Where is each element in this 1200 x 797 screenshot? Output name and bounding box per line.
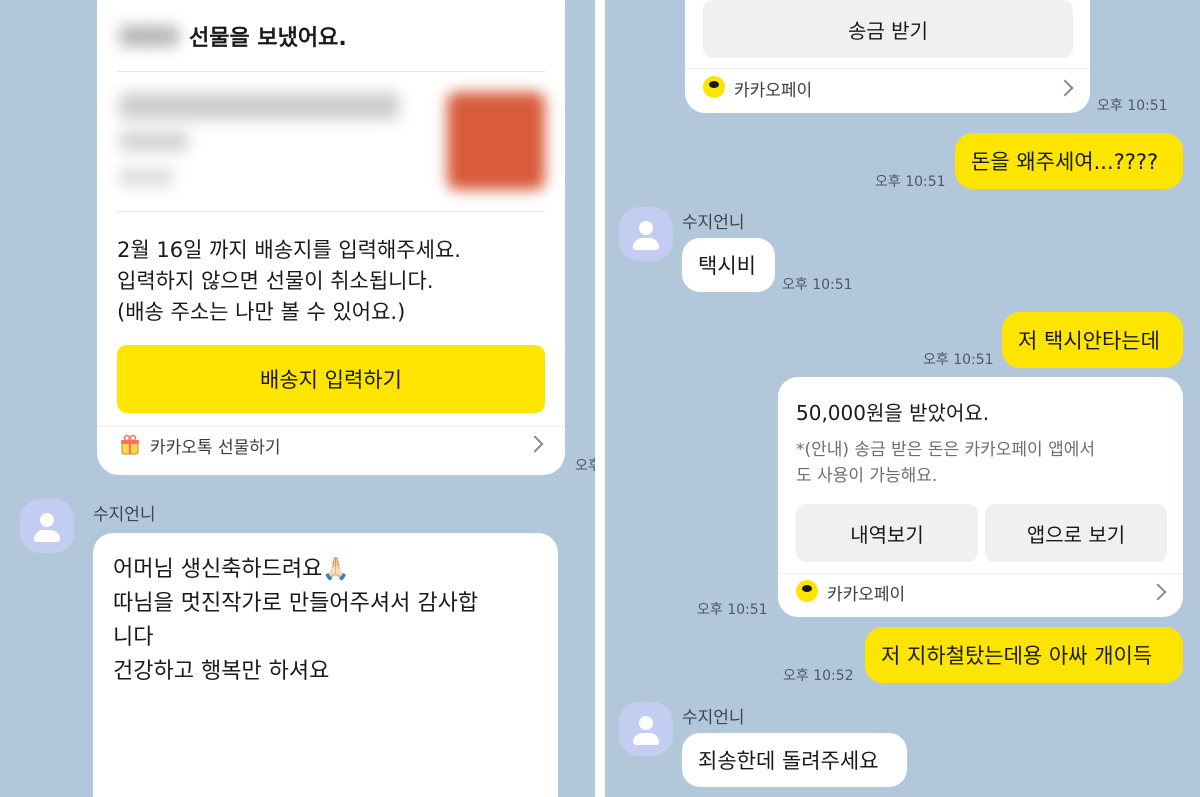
profile-avatar-icon[interactable] <box>619 702 673 756</box>
gift-notice-line-3: (배송 주소는 나만 볼 수 있어요.) <box>117 300 406 324</box>
product-brand-blurred <box>119 168 174 186</box>
transfer-top-time: 오후 10:51 <box>1097 98 1168 114</box>
gift-divider-mid <box>117 211 545 212</box>
chevron-right-icon[interactable] <box>1056 79 1074 97</box>
gift-divider-bottom <box>97 426 565 427</box>
kakaopay-icon <box>703 76 725 98</box>
message-bubble-long: 어머님 생신축하드려요🙏🏻 따님을 멋진작가로 만들어주셔서 감사합 니다 건강… <box>93 533 558 797</box>
message-time: 오후 10:52 <box>783 668 854 684</box>
sender-name: 수지언니 <box>93 505 156 525</box>
other-message-bubble: 택시비 <box>682 238 775 292</box>
other-message-bubble: 죄송한데 돌려주세요 <box>682 733 907 787</box>
message-line-3: 니다 <box>113 625 154 650</box>
gift-card: 선물을 보냈어요. 2월 16일 까지 배송지를 입력해주세요. 입력하지 않으… <box>97 0 565 475</box>
transfer-card-top: 송금 받기 카카오페이 <box>685 0 1090 113</box>
my-message-bubble: 저 택시안타는데 <box>1002 312 1183 368</box>
gift-title: 선물을 보냈어요. <box>189 26 347 51</box>
received-note-line-1: *(안내) 송금 받은 돈은 카카오페이 앱에서 <box>796 440 1096 460</box>
received-title: 50,000원을 받았어요. <box>796 401 990 425</box>
my-message-bubble: 저 지하철탔는데용 아싸 개이득 <box>865 627 1183 683</box>
message-line-2: 따님을 멋진작가로 만들어주셔서 감사합 <box>113 591 479 616</box>
received-note-line-2: 도 사용이 가능해요. <box>796 466 938 486</box>
kakaopay-icon <box>796 580 818 602</box>
open-app-button[interactable]: 앱으로 보기 <box>985 504 1167 562</box>
right-chat-panel: 송금 받기 카카오페이 오후 10:51 오후 10:51 돈을 왜주세여...… <box>605 0 1200 797</box>
recipient-name-blurred <box>119 25 179 47</box>
product-name-blurred-2 <box>119 130 189 152</box>
received-footer-label[interactable]: 카카오페이 <box>827 580 905 605</box>
sender-name: 수지언니 <box>682 708 745 728</box>
transfer-divider <box>685 68 1090 69</box>
message-line-1: 어머님 생신축하드려요🙏🏻 <box>113 557 350 582</box>
transfer-footer-label[interactable]: 카카오페이 <box>734 76 812 101</box>
gift-notice-line-2: 입력하지 않으면 선물이 취소됩니다. <box>117 269 434 293</box>
message-time: 오후 10:51 <box>782 277 853 293</box>
history-button[interactable]: 내역보기 <box>796 504 978 562</box>
gift-footer-label[interactable]: 카카오톡 선물하기 <box>150 433 281 458</box>
chevron-right-icon[interactable] <box>1149 583 1167 601</box>
message-line-4: 건강하고 행복만 하셔요 <box>113 659 330 684</box>
sender-name: 수지언니 <box>682 213 745 233</box>
profile-avatar-icon[interactable] <box>619 207 673 261</box>
gift-box-icon <box>119 434 141 456</box>
received-transfer-card: 50,000원을 받았어요. *(안내) 송금 받은 돈은 카카오페이 앱에서 … <box>778 377 1183 617</box>
chevron-right-icon[interactable] <box>526 435 544 453</box>
profile-avatar-icon[interactable] <box>20 499 74 553</box>
gift-notice-line-1: 2월 16일 까지 배송지를 입력해주세요. <box>117 238 461 262</box>
product-image-blurred <box>447 92 545 190</box>
left-chat-panel: 선물을 보냈어요. 2월 16일 까지 배송지를 입력해주세요. 입력하지 않으… <box>0 0 595 797</box>
receive-transfer-button[interactable]: 송금 받기 <box>703 0 1073 58</box>
gift-divider-top <box>117 71 545 72</box>
gift-timestamp: 오후 <box>575 458 595 474</box>
message-time: 오후 10:51 <box>875 174 946 190</box>
enter-address-button[interactable]: 배송지 입력하기 <box>117 345 545 413</box>
received-card-time: 오후 10:51 <box>697 602 768 618</box>
received-divider <box>778 573 1183 574</box>
message-time: 오후 10:51 <box>923 352 994 368</box>
product-name-blurred <box>119 92 399 120</box>
my-message-bubble: 돈을 왜주세여...???? <box>955 133 1183 189</box>
